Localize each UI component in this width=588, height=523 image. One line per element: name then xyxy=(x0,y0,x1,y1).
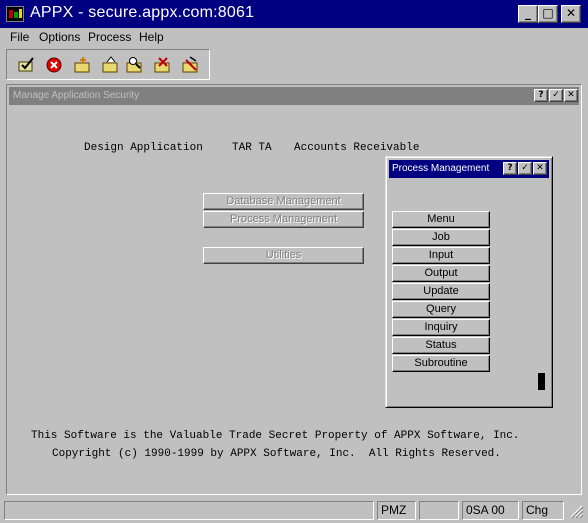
child-ok-button[interactable]: ✓ xyxy=(549,89,563,102)
delete-tool-button[interactable] xyxy=(153,56,173,74)
process-management-button[interactable]: Process Management xyxy=(203,211,364,228)
popup-scroll-indicator[interactable] xyxy=(538,373,545,390)
child-help-button[interactable]: ? xyxy=(534,89,548,102)
close-icon: ✕ xyxy=(565,6,577,20)
close-icon: ✕ xyxy=(567,90,575,100)
help-icon: ? xyxy=(538,90,544,100)
pm-subroutine-button[interactable]: Subroutine xyxy=(392,355,490,372)
status-session: 0SA 00 xyxy=(462,501,519,520)
maximize-button[interactable]: □ xyxy=(538,5,558,23)
help-icon: ? xyxy=(507,163,513,173)
close-icon: ✕ xyxy=(536,163,544,173)
header-app-code: TAR TA xyxy=(232,142,272,154)
minimize-button[interactable]: _ xyxy=(518,5,538,23)
window-title: APPX - secure.appx.com:8061 xyxy=(30,4,255,21)
pm-output-button[interactable]: Output xyxy=(392,265,490,282)
menu-options[interactable]: Options xyxy=(39,30,80,44)
pm-status-button[interactable]: Status xyxy=(392,337,490,354)
menu-help[interactable]: Help xyxy=(139,30,164,44)
copyright-notice-line1: This Software is the Valuable Trade Secr… xyxy=(31,430,520,442)
statusbar: PMZ 0SA 00 Chg xyxy=(0,499,588,523)
status-cell-blank xyxy=(419,501,459,520)
popup-title: Process Management xyxy=(392,163,490,174)
menu-process[interactable]: Process xyxy=(88,30,131,44)
child-close-button[interactable]: ✕ xyxy=(564,89,578,102)
menu-file[interactable]: File xyxy=(10,30,29,44)
appx-logo-icon xyxy=(6,6,24,22)
cancel-folder-tool-button[interactable] xyxy=(181,56,201,74)
window-titlebar[interactable]: APPX - secure.appx.com:8061 _ □ ✕ xyxy=(0,0,588,28)
status-mode: Chg xyxy=(522,501,564,520)
check-icon: ✓ xyxy=(521,163,529,173)
check-icon: ✓ xyxy=(552,90,560,100)
inquire-icon xyxy=(126,57,142,73)
close-button[interactable]: ✕ xyxy=(561,5,581,23)
popup-ok-button[interactable]: ✓ xyxy=(518,162,532,175)
maximize-icon: □ xyxy=(542,6,554,20)
add-icon xyxy=(74,57,90,73)
database-management-button[interactable]: Database Management xyxy=(203,193,364,210)
popup-close-button[interactable]: ✕ xyxy=(533,162,547,175)
cancel-folder-icon xyxy=(182,56,198,73)
utilities-button[interactable]: Utilities xyxy=(203,247,364,264)
change-tool-button[interactable] xyxy=(101,56,121,74)
delete-icon xyxy=(154,57,170,73)
pm-job-button[interactable]: Job xyxy=(392,229,490,246)
pm-query-button[interactable]: Query xyxy=(392,301,490,318)
status-user: PMZ xyxy=(377,501,416,520)
child-window-titlebar[interactable]: Manage Application Security ? ✓ ✕ xyxy=(9,87,579,105)
header-label: Design Application xyxy=(84,142,203,154)
size-grip-icon[interactable] xyxy=(566,501,586,520)
cancel-tool-button[interactable] xyxy=(45,56,65,74)
pm-update-button[interactable]: Update xyxy=(392,283,490,300)
popup-help-button[interactable]: ? xyxy=(503,162,517,175)
child-window-title: Manage Application Security xyxy=(13,90,140,101)
add-tool-button[interactable] xyxy=(73,56,93,74)
toolbar xyxy=(6,49,210,80)
pm-menu-button[interactable]: Menu xyxy=(392,211,490,228)
menubar: File Options Process Help xyxy=(0,28,588,46)
status-message xyxy=(4,501,374,520)
ok-tool-button[interactable] xyxy=(17,56,37,74)
pm-input-button[interactable]: Input xyxy=(392,247,490,264)
pm-inquiry-button[interactable]: Inquiry xyxy=(392,319,490,336)
popup-titlebar[interactable]: Process Management ? ✓ ✕ xyxy=(389,160,549,178)
header-app-name: Accounts Receivable xyxy=(294,142,420,154)
ok-icon xyxy=(18,57,34,72)
minimize-icon: _ xyxy=(525,6,531,20)
cancel-icon xyxy=(46,57,62,73)
process-management-popup: Process Management ? ✓ ✕ Menu Job Input … xyxy=(385,156,553,408)
copyright-notice-line2: Copyright (c) 1990-1999 by APPX Software… xyxy=(52,448,501,460)
change-icon xyxy=(102,56,118,73)
inquire-tool-button[interactable] xyxy=(125,56,145,74)
